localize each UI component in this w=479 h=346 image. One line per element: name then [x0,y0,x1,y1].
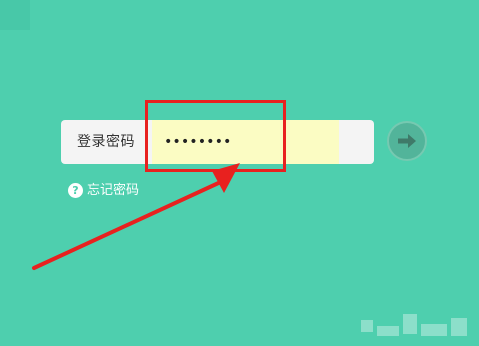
login-submit-button[interactable] [387,121,427,161]
annotation-highlight-box [145,100,286,172]
question-circle-icon: ? [68,183,83,198]
arrow-right-icon [398,134,416,148]
watermark-graphic [361,314,467,336]
forgot-password-link[interactable]: ? 忘记密码 [68,182,139,199]
password-label: 登录密码 [77,134,135,150]
top-left-shade [0,0,30,30]
annotation-arrow [32,163,240,270]
forgot-password-label: 忘记密码 [87,183,140,198]
